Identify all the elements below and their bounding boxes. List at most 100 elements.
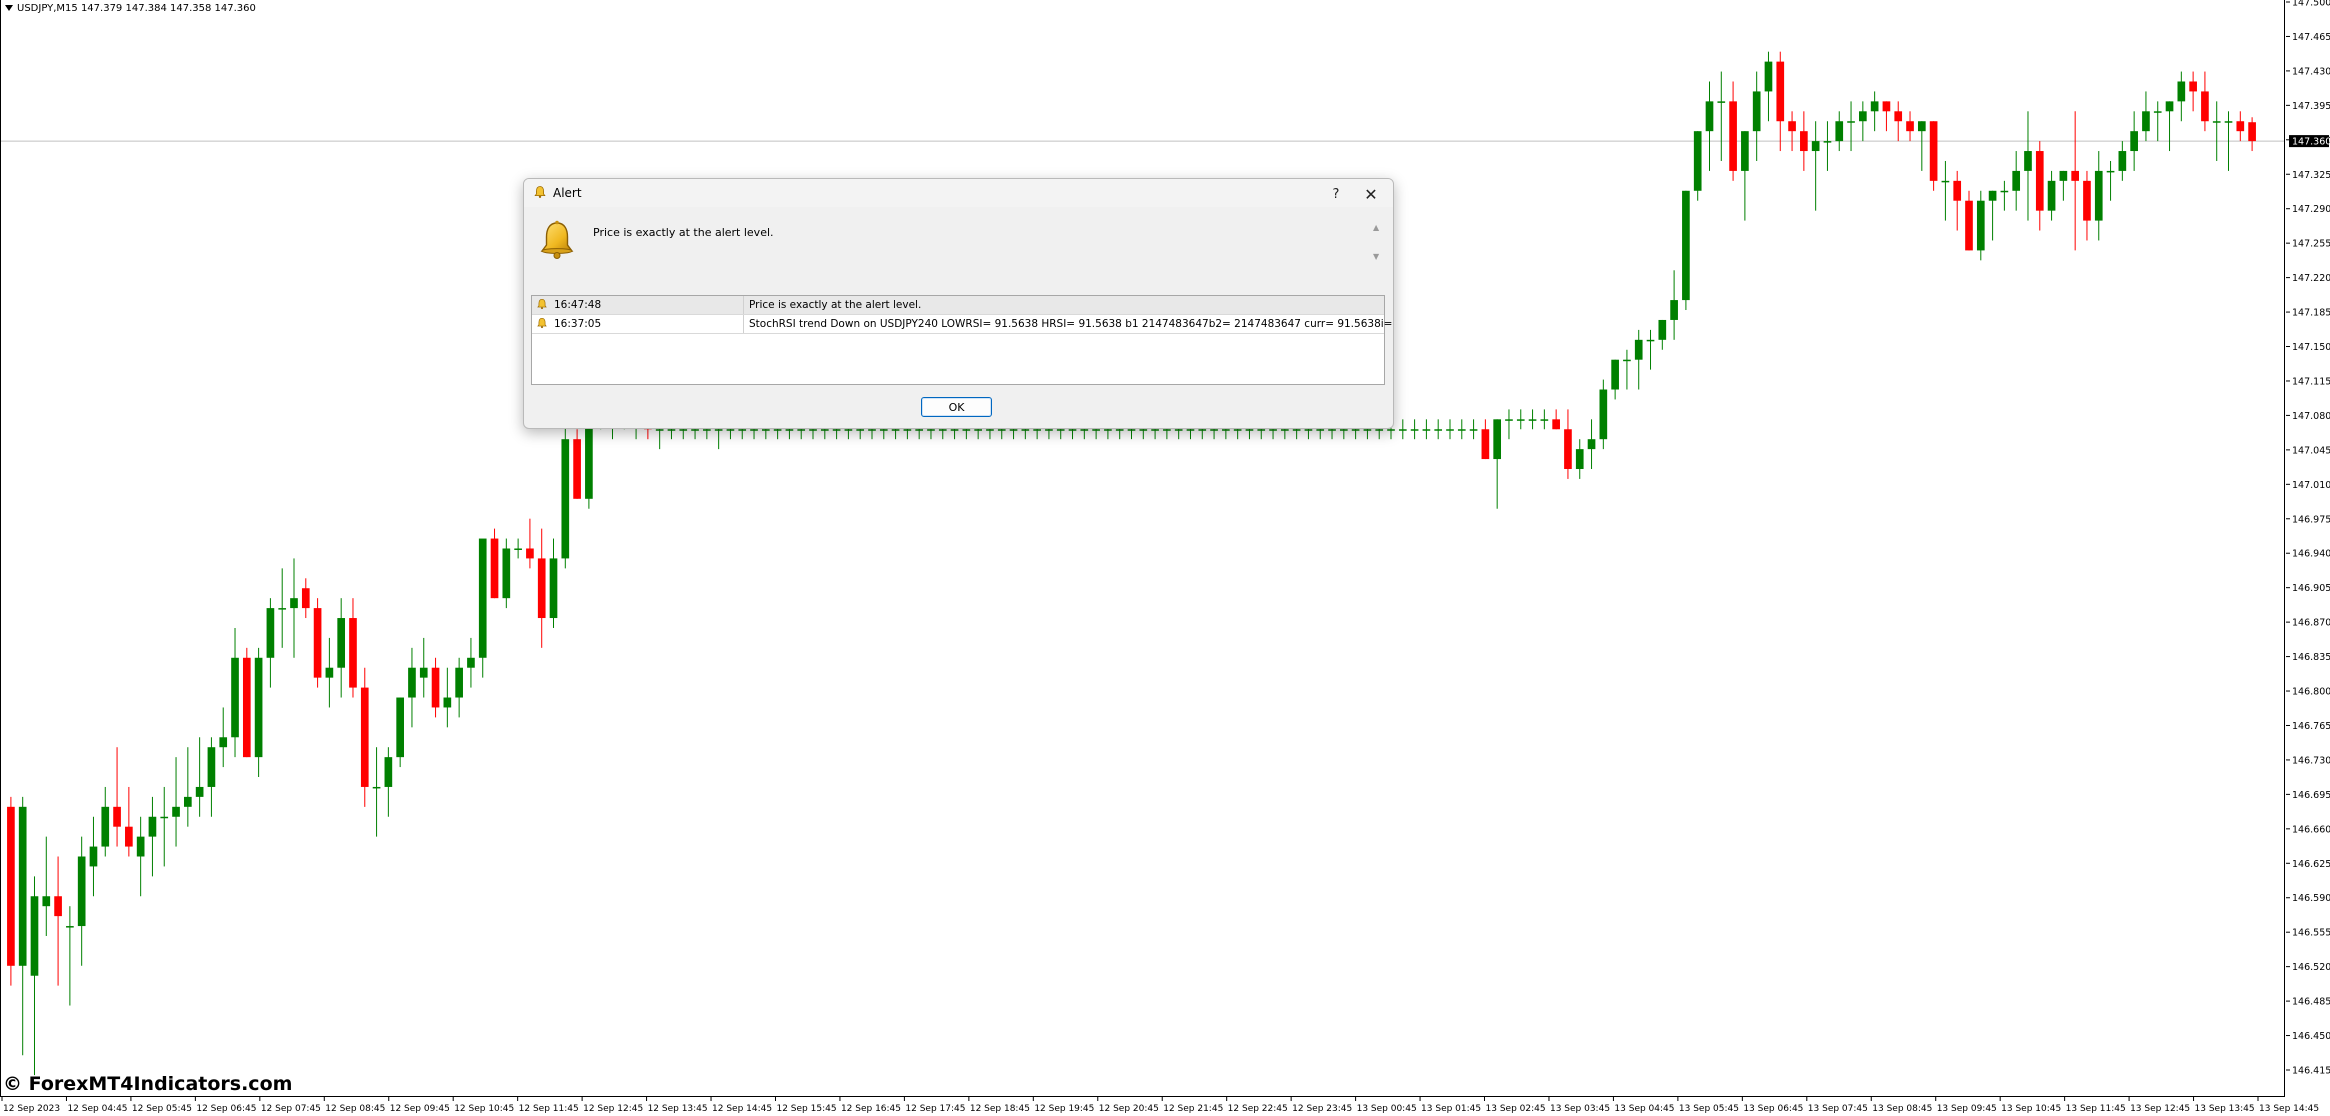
candle [1941,160,1950,221]
candle-body [1045,429,1053,431]
candle-body [2165,101,2174,112]
candle [431,657,440,718]
candle [136,816,145,897]
price-tick-label: 146.870 [2292,618,2330,629]
candle-body [2118,151,2127,171]
candle-body [1847,121,1855,123]
candle-body [1363,429,1372,431]
candle-body [172,806,180,817]
candle-body [997,429,1006,431]
candle-body [1623,359,1631,362]
candle-body [325,667,334,678]
candle-body [1717,101,1726,103]
price-tick-label: 146.765 [2292,721,2330,732]
candle [184,747,192,827]
candle-body [809,429,817,431]
candle [219,707,228,768]
candle-body [938,429,947,431]
scroll-down-icon[interactable]: ▼ [1373,252,1379,261]
candle-body [526,548,534,559]
candle [2059,170,2068,201]
candle-body [1033,429,1041,431]
candle [2248,117,2256,152]
symbol-menu-icon[interactable] [5,5,13,11]
candle-body [195,786,204,797]
price-tick-label: 147.080 [2292,411,2330,422]
candle [1859,101,1867,142]
watermark: © ForexMT4Indicators.com [3,1073,293,1095]
list-item[interactable]: 16:47:48 Price is exactly at the alert l… [532,296,1384,315]
close-button[interactable]: ✕ [1354,183,1388,205]
candle-body [1210,429,1218,431]
candle-body [136,836,145,857]
candle-body [2047,180,2056,211]
candle-body [254,657,263,758]
price-tick-label: 146.415 [2292,1066,2330,1077]
candle-body [868,429,876,431]
candle-body [431,667,440,708]
candle-body [42,896,51,907]
bell-icon [537,317,547,329]
alert-message: Price is exactly at the alert level. [593,226,774,239]
price-tick-label: 146.625 [2292,859,2330,870]
time-tick-label: 12 Sep 2023 [3,1104,60,1114]
candle [1764,51,1773,122]
price-tick-label: 146.520 [2292,962,2330,973]
candle [1552,409,1560,430]
candle-body [561,439,570,559]
candle [113,747,121,847]
candle-body [585,419,593,499]
candle [290,558,298,658]
candle-body [738,429,747,431]
candle-body [101,806,110,847]
candle [1611,359,1619,400]
candle [1882,101,1891,132]
candle [1917,121,1926,171]
time-tick-label: 12 Sep 19:45 [1034,1104,1094,1114]
candle-body [2000,190,2009,193]
candle-body [1682,190,1690,301]
time-tick-label: 13 Sep 08:45 [1872,1104,1932,1114]
chart-header-text: USDJPY,M15 147.379 147.384 147.358 147.3… [17,3,256,14]
time-tick-label: 12 Sep 20:45 [1099,1104,1159,1114]
candle [1823,121,1832,171]
candle [101,786,110,857]
candle-body [1764,61,1773,92]
candle-body [231,657,239,738]
candle-body [1752,91,1761,132]
candle-body [1788,121,1796,132]
candle [1434,419,1443,440]
time-tick-label: 12 Sep 10:45 [454,1104,514,1114]
help-button[interactable]: ? [1321,183,1351,205]
chart-area[interactable]: USDJPY,M15 147.379 147.384 147.358 147.3… [0,0,2285,1097]
candle [148,796,157,877]
ok-button[interactable]: OK [921,397,992,417]
candle-body [1457,429,1466,431]
bell-icon [534,186,546,198]
candle-body [396,697,404,758]
candle-body [18,806,27,966]
candle [2153,101,2162,142]
price-tick-label: 146.590 [2292,893,2330,904]
alert-history-list[interactable]: 16:47:48 Price is exactly at the alert l… [531,295,1393,385]
list-item[interactable]: 16:37:05 StochRSI trend Down on USDJPY24… [532,315,1393,334]
candle [1457,419,1466,440]
candle-body [1387,429,1395,431]
candle-body [655,429,664,431]
candle [1634,329,1643,390]
scroll-up-icon[interactable]: ▲ [1373,223,1379,232]
time-tick-label: 13 Sep 13:45 [2195,1104,2255,1114]
candle [1410,419,1419,440]
candle-body [1540,419,1549,421]
price-tick-label: 146.730 [2292,755,2330,766]
candle-body [820,429,829,431]
dialog-titlebar[interactable]: Alert ? ✕ [524,179,1393,207]
candle [1705,81,1714,171]
candle [2130,111,2138,171]
candle [54,856,62,986]
candle-body [7,806,15,966]
price-tick-label: 146.835 [2292,652,2330,663]
price-tick-label: 146.660 [2292,824,2330,835]
candle [2189,71,2197,112]
candle [2142,91,2150,142]
